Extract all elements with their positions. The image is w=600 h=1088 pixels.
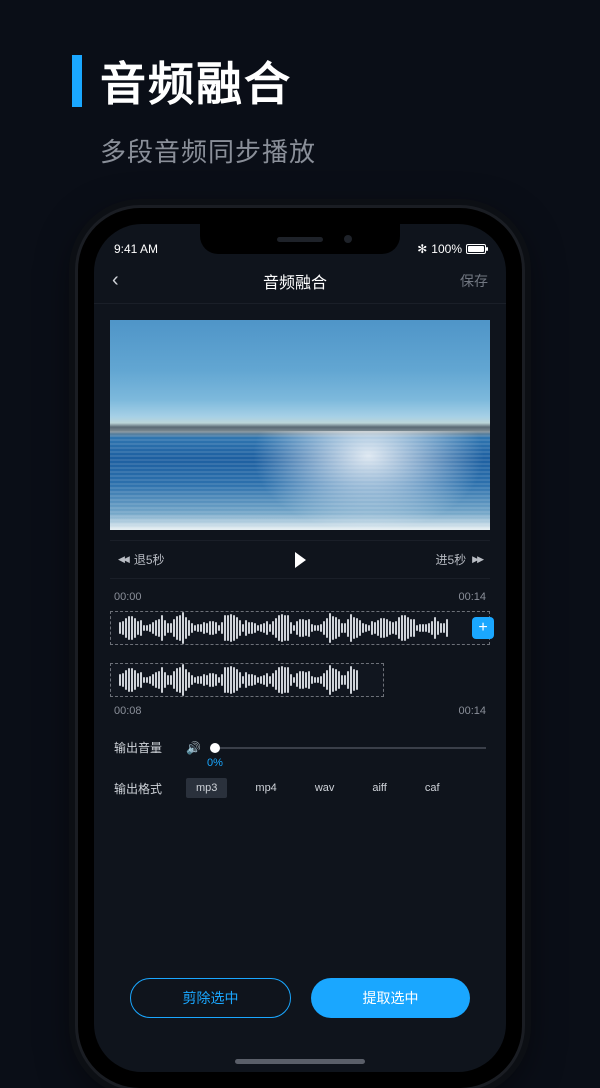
track2-end: 00:14 [458, 705, 486, 717]
volume-percent: 0% [207, 757, 223, 769]
volume-label: 输出音量 [114, 739, 172, 756]
save-button[interactable]: 保存 [448, 271, 488, 291]
track2-start: 00:08 [114, 705, 142, 717]
promo-header: 音频融合 多段音频同步播放 [0, 0, 600, 169]
track2-waveform[interactable] [110, 663, 384, 697]
format-option-caf[interactable]: caf [415, 778, 450, 798]
format-option-mp4[interactable]: mp4 [245, 778, 286, 798]
format-option-mp3[interactable]: mp3 [186, 778, 227, 798]
play-button[interactable] [295, 552, 306, 568]
back-button[interactable]: ‹ [112, 269, 142, 292]
transport-bar: ◀◀ 退5秒 进5秒 ▶▶ [110, 540, 490, 579]
speaker [277, 237, 323, 242]
format-option-aiff[interactable]: aiff [362, 778, 396, 798]
track1-times: 00:00 00:14 [114, 591, 486, 603]
forward-5s-button[interactable]: 进5秒 ▶▶ [435, 551, 482, 568]
format-label: 输出格式 [114, 780, 172, 797]
bluetooth-icon: ✻ [417, 242, 427, 256]
battery-percent: 100% [431, 242, 462, 256]
promo-title-row: 音频融合 [72, 48, 600, 114]
volume-icon: 🔊 [186, 741, 201, 755]
phone-frame: 9:41 AM ✻ 100% ‹ 音频融合 保存 ◀◀ 退5秒 进5秒 [78, 208, 522, 1088]
format-option-wav[interactable]: wav [305, 778, 345, 798]
rewind-5s-button[interactable]: ◀◀ 退5秒 [118, 551, 165, 568]
preview-sea [110, 431, 490, 530]
status-time: 9:41 AM [114, 242, 158, 256]
volume-thumb[interactable] [210, 743, 220, 753]
notch [200, 224, 400, 254]
format-options: mp3 mp4 wavaiffcaf [186, 778, 486, 798]
status-right: ✻ 100% [417, 242, 486, 256]
track1-start: 00:00 [114, 591, 142, 603]
rewind-icon: ◀◀ [118, 554, 128, 565]
format-row: 输出格式 mp3 mp4 wavaiffcaf [114, 778, 486, 798]
track2-times: 00:08 00:14 [114, 705, 486, 717]
track1-waveform[interactable] [110, 611, 490, 645]
rewind-label: 退5秒 [134, 551, 165, 568]
battery-icon [466, 244, 486, 254]
track1-end: 00:14 [458, 591, 486, 603]
forward-icon: ▶▶ [472, 554, 482, 565]
accent-bar [72, 55, 82, 107]
camera-dot [344, 235, 352, 243]
forward-label: 进5秒 [435, 551, 466, 568]
home-indicator[interactable] [235, 1059, 365, 1064]
volume-row: 输出音量 🔊 0% [114, 739, 486, 756]
add-clip-button[interactable]: + [472, 617, 494, 639]
cut-selected-button[interactable]: 剪除选中 [130, 978, 291, 1018]
promo-title: 音频融合 [100, 48, 292, 114]
nav-title: 音频融合 [142, 269, 448, 293]
nav-bar: ‹ 音频融合 保存 [94, 258, 506, 304]
action-buttons: 剪除选中 提取选中 [94, 978, 506, 1018]
video-preview[interactable] [110, 320, 490, 530]
extract-selected-button[interactable]: 提取选中 [311, 978, 470, 1018]
volume-slider[interactable]: 0% [215, 747, 486, 749]
promo-subtitle: 多段音频同步播放 [100, 132, 600, 169]
phone-screen: 9:41 AM ✻ 100% ‹ 音频融合 保存 ◀◀ 退5秒 进5秒 [94, 224, 506, 1072]
